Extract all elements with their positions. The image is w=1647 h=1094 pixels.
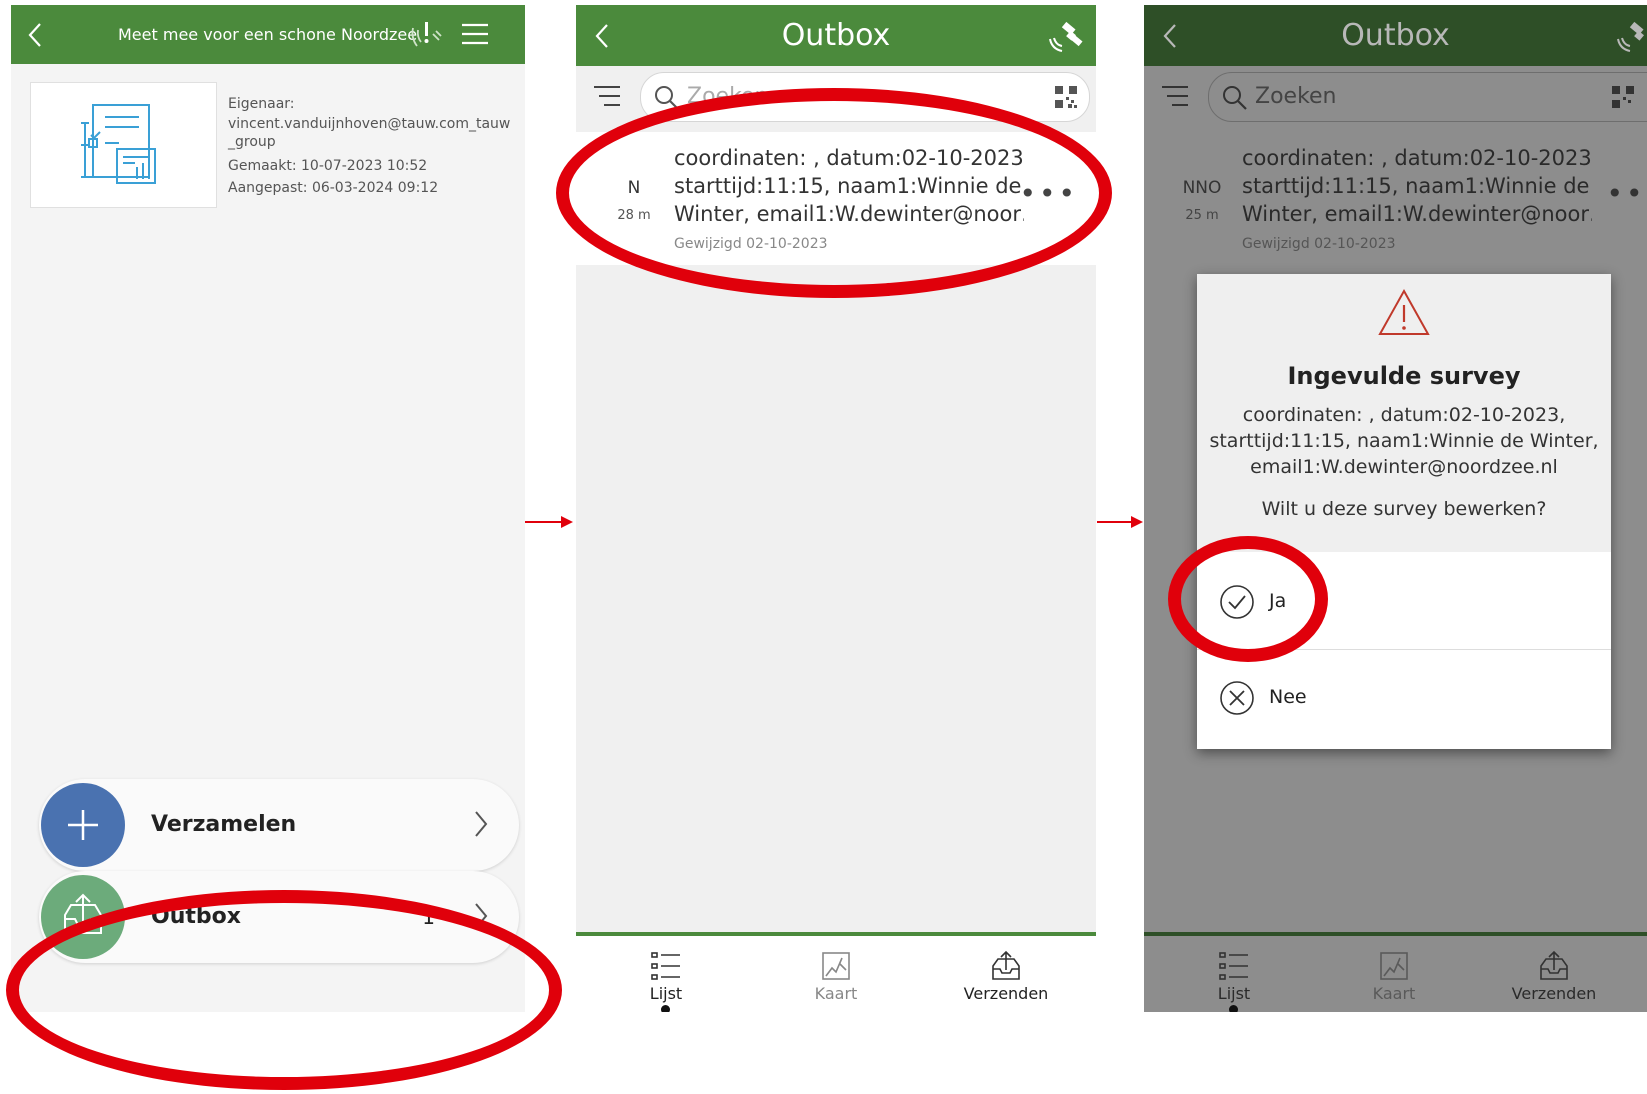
highlight-outbox-button bbox=[6, 890, 562, 1090]
tab-map-label: Kaart bbox=[814, 984, 858, 1003]
close-circle-icon bbox=[1219, 680, 1255, 716]
satellite-icon[interactable] bbox=[1046, 17, 1084, 55]
record-summary: coordinaten: , datum:02-10-2023, startti… bbox=[1242, 144, 1592, 228]
dialog-message-line: coordinaten: , datum:02-10-2023, bbox=[1242, 404, 1566, 426]
gps-warning-icon[interactable] bbox=[409, 18, 443, 52]
no-label: Nee bbox=[1269, 686, 1307, 708]
no-button[interactable]: Nee bbox=[1197, 650, 1611, 745]
search-icon bbox=[1221, 84, 1249, 112]
collect-label: Verzamelen bbox=[151, 812, 297, 837]
confirm-dialog: Ingevulde survey coordinaten: , datum:02… bbox=[1197, 274, 1611, 749]
menu-icon[interactable] bbox=[461, 22, 489, 46]
active-tab-indicator bbox=[1229, 1005, 1238, 1012]
tab-list-label: Lijst bbox=[649, 984, 683, 1003]
plus-icon bbox=[41, 783, 125, 867]
dialog-question: Wilt u deze survey bewerken? bbox=[1261, 498, 1547, 520]
record-modified: Gewijzigd 02-10-2023 bbox=[1242, 236, 1396, 252]
dialog-message-line: starttijd:11:15, naam1:Winnie de Winter, bbox=[1209, 430, 1599, 452]
filter-icon[interactable] bbox=[592, 82, 622, 112]
search-input[interactable]: Zoeken bbox=[1208, 72, 1647, 122]
survey-form-icon bbox=[81, 104, 156, 184]
header-bar: Outbox bbox=[1144, 5, 1647, 66]
record-distance: 25 m bbox=[1185, 208, 1219, 223]
tab-list[interactable]: Lijst bbox=[606, 950, 726, 1003]
tab-list-label: Lijst bbox=[1217, 984, 1251, 1003]
owner-value: vincent.vanduijnhoven@tauw.com_tauw_grou… bbox=[228, 116, 511, 150]
dialog-message: coordinaten: , datum:02-10-2023, startti… bbox=[1207, 402, 1601, 480]
highlight-yes-button bbox=[1168, 536, 1328, 662]
qr-code-icon[interactable] bbox=[1612, 86, 1634, 108]
dialog-message-line: email1:W.dewinter@noordzee.nl bbox=[1250, 456, 1558, 478]
survey-title: Meet mee voor een schone Noordzee bbox=[118, 25, 418, 44]
tab-send-label: Verzenden bbox=[963, 984, 1049, 1003]
screen-title: Outbox bbox=[1341, 18, 1450, 53]
tab-send[interactable]: Verzenden bbox=[1494, 950, 1614, 1003]
map-icon bbox=[822, 952, 850, 980]
satellite-icon[interactable] bbox=[1614, 17, 1647, 55]
survey-thumbnail bbox=[30, 82, 217, 208]
step-arrow bbox=[1097, 515, 1145, 529]
search-row: Zoeken bbox=[1144, 66, 1647, 127]
modified-date: Aangepast: 06-03-2024 09:12 bbox=[228, 180, 439, 196]
tab-map-label: Kaart bbox=[1372, 984, 1416, 1003]
send-icon bbox=[1540, 950, 1568, 980]
collect-button[interactable]: Verzamelen bbox=[39, 779, 519, 871]
screen-title: Outbox bbox=[781, 18, 891, 53]
outbox-dialog-screen: Outbox Zoeken NNO 25 m coordinaten: , da… bbox=[1144, 5, 1647, 1012]
list-icon bbox=[1219, 952, 1248, 980]
record-line: Winter, email1:W.dewinter@noor… bbox=[1242, 202, 1592, 226]
survey-metadata: Eigenaar: vincent.vanduijnhoven@tauw.com… bbox=[228, 93, 513, 199]
tab-map[interactable]: Kaart bbox=[776, 950, 896, 1003]
map-icon bbox=[1380, 952, 1408, 980]
filter-icon[interactable] bbox=[1160, 82, 1190, 112]
record-line: coordinaten: , datum:02-10-2023, bbox=[1242, 146, 1592, 170]
survey-home-screen: Meet mee voor een schone Noordzee Eigena… bbox=[11, 5, 525, 1012]
qr-code-icon[interactable] bbox=[1055, 86, 1077, 108]
dialog-title: Ingevulde survey bbox=[1287, 362, 1521, 390]
tab-send-label: Verzenden bbox=[1511, 984, 1597, 1003]
tab-map[interactable]: Kaart bbox=[1334, 950, 1454, 1003]
created-date: Gemaakt: 10-07-2023 10:52 bbox=[228, 158, 428, 174]
header-bar: Meet mee voor een schone Noordzee bbox=[11, 5, 525, 64]
send-icon bbox=[992, 950, 1020, 980]
more-options-icon[interactable]: ••• bbox=[1606, 180, 1647, 208]
tab-send[interactable]: Verzenden bbox=[946, 950, 1066, 1003]
owner-label: Eigenaar: bbox=[228, 96, 295, 112]
header-bar: Outbox bbox=[576, 5, 1096, 66]
search-placeholder: Zoeken bbox=[1255, 84, 1337, 109]
warning-icon bbox=[1377, 288, 1431, 338]
list-icon bbox=[651, 952, 680, 980]
dialog-header: Ingevulde survey coordinaten: , datum:02… bbox=[1197, 274, 1611, 552]
chevron-right-icon bbox=[473, 809, 489, 839]
tab-list[interactable]: Lijst bbox=[1174, 950, 1294, 1003]
active-tab-indicator bbox=[661, 1005, 670, 1012]
bottom-tab-bar: Lijst Kaart Verzenden bbox=[1144, 932, 1647, 1012]
bottom-tab-bar: Lijst Kaart Verzenden bbox=[576, 932, 1096, 1012]
step-arrow bbox=[525, 515, 575, 529]
record-direction: NNO bbox=[1182, 178, 1222, 198]
back-icon[interactable] bbox=[27, 22, 43, 48]
record-line: starttijd:11:15, naam1:Winnie de bbox=[1242, 174, 1590, 198]
highlight-outbox-record bbox=[556, 88, 1112, 298]
outbox-record[interactable]: NNO 25 m coordinaten: , datum:02-10-2023… bbox=[1144, 132, 1647, 265]
